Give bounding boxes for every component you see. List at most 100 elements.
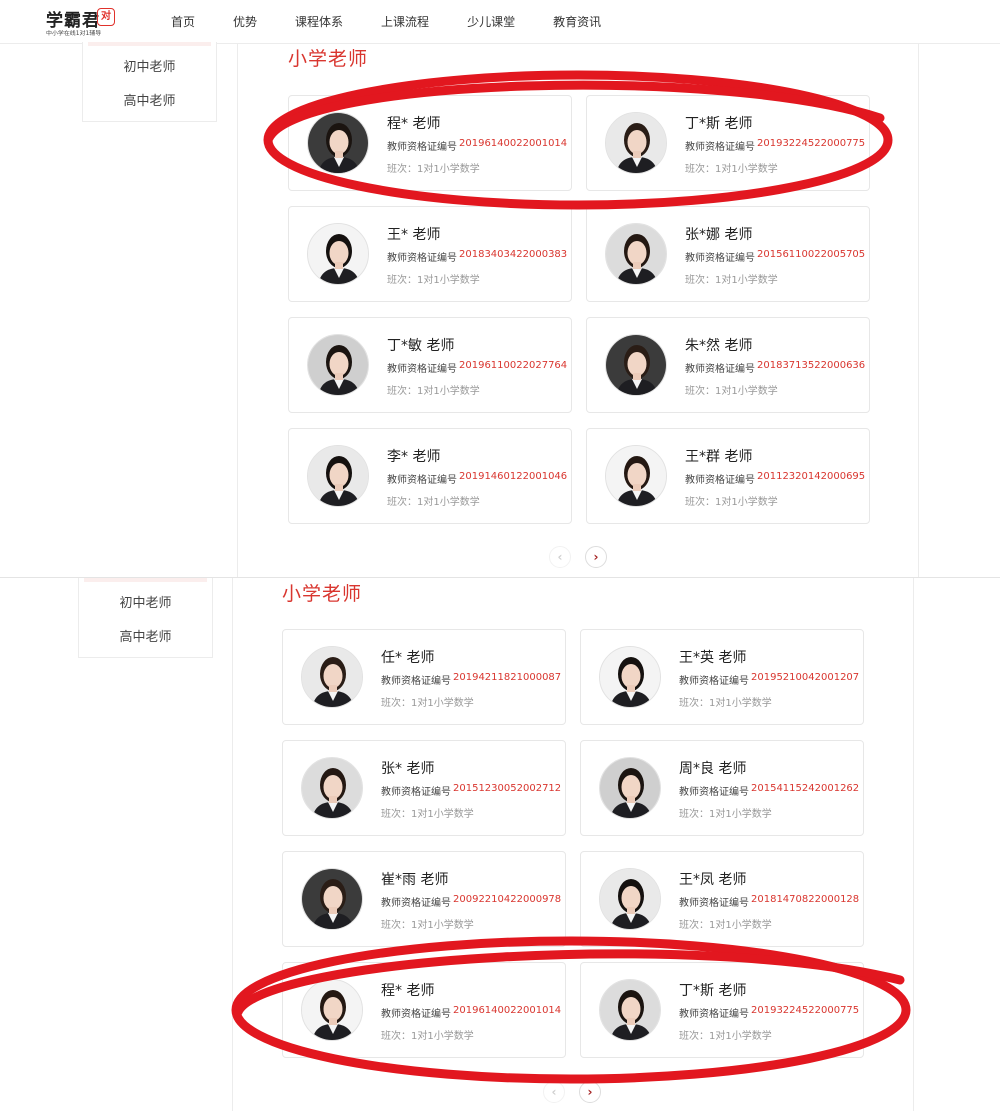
- teacher-name: 丁*斯 老师: [685, 116, 753, 132]
- teacher-name: 王*群 老师: [685, 449, 753, 465]
- cert-label: 教师资格证编号: [387, 364, 457, 375]
- section-title: 小学老师: [282, 583, 363, 605]
- teacher-card[interactable]: 崔*雨 老师 教师资格证编号 20092210422000978 班次：1对1小学数学: [282, 851, 566, 947]
- teacher-avatar: [599, 979, 661, 1041]
- cert-label: 教师资格证编号: [679, 898, 749, 909]
- cert-number: 20196110022027764: [459, 360, 568, 371]
- panel1-sidebar: 初中老师 高中老师: [82, 42, 217, 122]
- teacher-avatar: [605, 223, 667, 285]
- nav-kids[interactable]: 少儿课堂: [467, 13, 515, 30]
- teacher-card[interactable]: 程* 老师 教师资格证编号 20196140022001014 班次：1对1小学数学: [288, 95, 572, 191]
- teacher-avatar: [307, 112, 369, 174]
- class-info: 班次：1对1小学数学: [679, 920, 772, 931]
- cert-label: 教师资格证编号: [685, 475, 755, 486]
- teacher-card[interactable]: 朱*然 老师 教师资格证编号 20183713522000636 班次：1对1小学数学: [586, 317, 870, 413]
- teacher-avatar: [599, 757, 661, 819]
- section-title: 小学老师: [288, 48, 369, 70]
- teacher-name: 李* 老师: [387, 449, 441, 465]
- cert-number: 20183403422000383: [459, 249, 568, 260]
- panel1-right-border: [918, 44, 919, 577]
- teacher-avatar: [301, 979, 363, 1041]
- sidebar-item-junior[interactable]: 初中老师: [83, 56, 216, 75]
- teacher-card[interactable]: 程* 老师 教师资格证编号 20196140022001014 班次：1对1小学数学: [282, 962, 566, 1058]
- panel2-sidebar: 初中老师 高中老师: [78, 578, 213, 658]
- cert-number: 20154115242001262: [751, 783, 860, 794]
- teacher-name: 丁*敏 老师: [387, 338, 455, 354]
- class-info: 班次：1对1小学数学: [387, 275, 480, 286]
- cert-number: 20112320142000695: [757, 471, 866, 482]
- cert-number: 20196140022001014: [459, 138, 568, 149]
- next-page-button[interactable]: ›: [579, 1081, 601, 1103]
- sidebar-active-tab[interactable]: [88, 42, 211, 46]
- site-header: 学霸君 对 中小学在线1对1辅导 首页 优势 课程体系 上课流程 少儿课堂 教育…: [0, 0, 1000, 44]
- teacher-avatar: [307, 223, 369, 285]
- cert-number: 20194211821000087: [453, 672, 562, 683]
- nav-home[interactable]: 首页: [171, 13, 195, 30]
- cert-label: 教师资格证编号: [685, 142, 755, 153]
- nav-news[interactable]: 教育资讯: [553, 13, 601, 30]
- cert-number: 20196140022001014: [453, 1005, 562, 1016]
- teacher-avatar: [605, 112, 667, 174]
- teacher-name: 王* 老师: [387, 227, 441, 243]
- class-info: 班次：1对1小学数学: [381, 698, 474, 709]
- teacher-card[interactable]: 李* 老师 教师资格证编号 20191460122001046 班次：1对1小学数学: [288, 428, 572, 524]
- next-page-button[interactable]: ›: [585, 546, 607, 568]
- nav-process[interactable]: 上课流程: [381, 13, 429, 30]
- teacher-name: 王*凤 老师: [679, 872, 747, 888]
- teacher-name: 王*英 老师: [679, 650, 747, 666]
- cert-label: 教师资格证编号: [679, 787, 749, 798]
- teacher-avatar: [605, 334, 667, 396]
- panel1-left-border: [237, 44, 238, 577]
- main-nav: 首页 优势 课程体系 上课流程 少儿课堂 教育资讯: [171, 13, 639, 30]
- logo-badge: 对: [97, 8, 115, 26]
- site-logo[interactable]: 学霸君 对 中小学在线1对1辅导: [46, 6, 116, 38]
- teacher-name: 周*良 老师: [679, 761, 747, 777]
- class-info: 班次：1对1小学数学: [685, 386, 778, 397]
- cert-label: 教师资格证编号: [387, 253, 457, 264]
- teacher-avatar: [301, 757, 363, 819]
- cert-label: 教师资格证编号: [387, 142, 457, 153]
- teacher-card[interactable]: 张*娜 老师 教师资格证编号 20156110022005705 班次：1对1小学数学: [586, 206, 870, 302]
- teacher-name: 张* 老师: [381, 761, 435, 777]
- sidebar-active-tab[interactable]: [84, 578, 207, 582]
- class-info: 班次：1对1小学数学: [685, 275, 778, 286]
- sidebar-item-senior[interactable]: 高中老师: [83, 90, 216, 109]
- teacher-avatar: [301, 646, 363, 708]
- teacher-card[interactable]: 王*凤 老师 教师资格证编号 20181470822000128 班次：1对1小学数学: [580, 851, 864, 947]
- teacher-name: 朱*然 老师: [685, 338, 753, 354]
- teacher-name: 丁*斯 老师: [679, 983, 747, 999]
- cert-number: 20183713522000636: [757, 360, 866, 371]
- cert-label: 教师资格证编号: [685, 253, 755, 264]
- class-info: 班次：1对1小学数学: [387, 164, 480, 175]
- nav-advantages[interactable]: 优势: [233, 13, 257, 30]
- teacher-card[interactable]: 王*群 老师 教师资格证编号 20112320142000695 班次：1对1小学数学: [586, 428, 870, 524]
- class-info: 班次：1对1小学数学: [685, 164, 778, 175]
- cert-number: 20151230052002712: [453, 783, 562, 794]
- teacher-card[interactable]: 王*英 老师 教师资格证编号 20195210042001207 班次：1对1小学数学: [580, 629, 864, 725]
- teacher-card[interactable]: 张* 老师 教师资格证编号 20151230052002712 班次：1对1小学数学: [282, 740, 566, 836]
- prev-page-button[interactable]: ‹: [549, 546, 571, 568]
- logo-text: 学霸君: [46, 11, 100, 31]
- nav-courses[interactable]: 课程体系: [295, 13, 343, 30]
- teacher-card[interactable]: 丁*斯 老师 教师资格证编号 20193224522000775 班次：1对1小学数学: [580, 962, 864, 1058]
- logo-slogan: 中小学在线1对1辅导: [46, 29, 102, 37]
- class-info: 班次：1对1小学数学: [381, 1031, 474, 1042]
- teacher-name: 崔*雨 老师: [381, 872, 449, 888]
- teacher-name: 任* 老师: [381, 650, 435, 666]
- cert-number: 20191460122001046: [459, 471, 568, 482]
- sidebar-item-senior[interactable]: 高中老师: [79, 626, 212, 645]
- sidebar-item-junior[interactable]: 初中老师: [79, 592, 212, 611]
- teacher-avatar: [307, 334, 369, 396]
- teacher-card[interactable]: 周*良 老师 教师资格证编号 20154115242001262 班次：1对1小学数学: [580, 740, 864, 836]
- class-info: 班次：1对1小学数学: [679, 1031, 772, 1042]
- cert-label: 教师资格证编号: [381, 676, 451, 687]
- teacher-card[interactable]: 王* 老师教师资格证编号 20183403422000383 班次：1对1小学数学: [288, 206, 572, 302]
- prev-page-button[interactable]: ‹: [543, 1081, 565, 1103]
- teacher-avatar: [605, 445, 667, 507]
- class-info: 班次：1对1小学数学: [679, 698, 772, 709]
- teacher-card[interactable]: 丁*斯 老师 教师资格证编号 20193224522000775 班次：1对1小学数学: [586, 95, 870, 191]
- cert-label: 教师资格证编号: [381, 898, 451, 909]
- panel2-left-border: [232, 578, 233, 1111]
- teacher-card[interactable]: 丁*敏 老师 教师资格证编号 20196110022027764 班次：1对1小学数学: [288, 317, 572, 413]
- teacher-card[interactable]: 任* 老师教师资格证编号 20194211821000087 班次：1对1小学数学: [282, 629, 566, 725]
